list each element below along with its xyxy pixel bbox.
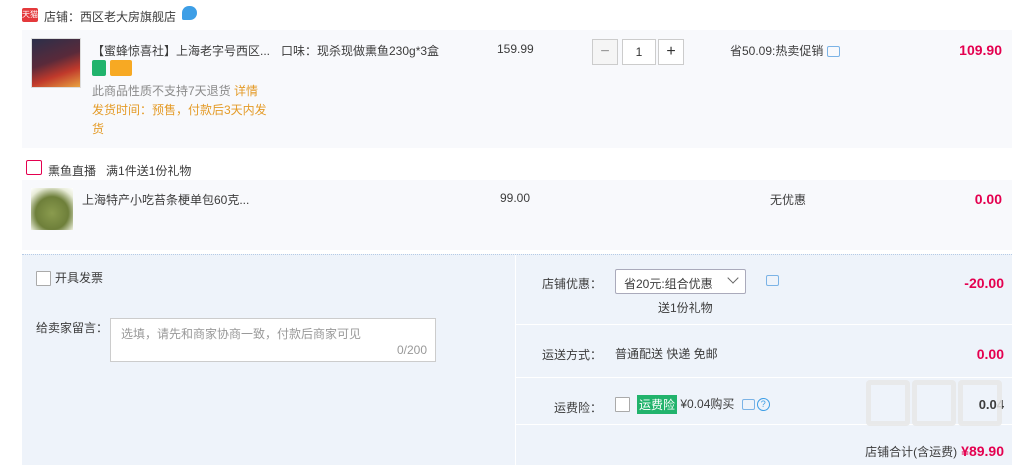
shipping-method: 普通配送 快递 免邮	[615, 347, 718, 361]
shipping-row: 运送方式： 普通配送 快递 免邮 0.00	[516, 326, 1012, 378]
gift-icon	[26, 160, 42, 175]
gift-subtotal: 0.00	[974, 191, 1002, 207]
gift-unit-price: 99.00	[500, 191, 531, 205]
insurance-tag: 运费险	[637, 395, 678, 415]
tmall-badge-icon: 天猫	[22, 8, 38, 22]
shipping-insurance-label: 运费险：	[553, 401, 602, 415]
shipping-cost: 0.00	[976, 346, 1004, 362]
seller-message-label: 给卖家留言：	[36, 321, 109, 335]
shipping-label: 运送方式：	[541, 348, 602, 362]
details-link[interactable]: 详情	[234, 84, 258, 98]
invoice-option[interactable]: 开具发票	[36, 269, 104, 287]
unit-price: 159.99	[497, 42, 534, 56]
shipping-insurance-option[interactable]: 运费险 ¥0.04购买 ?	[615, 395, 770, 415]
product-title-link[interactable]: 【蜜蜂惊喜社】上海老字号西区...	[92, 42, 272, 59]
gift-header: 熏鱼直播 满1件送1份礼物	[22, 158, 1012, 180]
gift-item-row: 上海特产小吃苔条梗单包60克... 99.00 无优惠 0.00	[22, 180, 1012, 250]
shop-label: 店铺：西区老大房旗舰店	[44, 8, 176, 25]
quantity-stepper: − +	[592, 39, 688, 65]
invoice-label: 开具发票	[55, 271, 104, 285]
no-return-note: 此商品性质不支持7天退货	[92, 84, 231, 98]
shop-discount-selected: 省20元:组合优惠	[624, 277, 713, 291]
shop-total-label: 店铺合计(含运费)	[865, 445, 958, 459]
seller-message-placeholder: 选填，请先和商家协商一致，付款后商家可见	[121, 327, 362, 341]
seller-message-input[interactable]: 选填，请先和商家协商一致，付款后商家可见 0/200	[110, 318, 436, 362]
shop-header: 天猫 店铺：西区老大房旗舰店	[0, 0, 1018, 30]
promo-info: 省50.09:热卖促销	[730, 42, 841, 59]
message-icon[interactable]	[741, 399, 755, 411]
product-notice: 此商品性质不支持7天退货 详情 发货时间：预售，付款后3天内发货	[92, 82, 277, 139]
watermark-glyph	[912, 380, 956, 426]
watermark-glyph	[958, 380, 1002, 426]
order-options-panel: 开具发票 给卖家留言： 选填，请先和商家协商一致，付款后商家可见 0/200 店…	[22, 254, 1012, 465]
message-icon[interactable]	[766, 275, 779, 286]
message-char-count: 0/200	[396, 343, 427, 357]
gift-promo: 无优惠	[770, 193, 807, 207]
shop-discount-row: 店铺优惠： 省20元:组合优惠 送1份礼物 -20.00	[516, 255, 1012, 325]
shop-discount-select[interactable]: 省20元:组合优惠	[615, 269, 746, 294]
chevron-down-icon	[727, 272, 739, 284]
shop-name-link[interactable]: 西区老大房旗舰店	[80, 10, 176, 24]
discount-gift-note: 送1份礼物	[658, 301, 713, 315]
chat-icon[interactable]	[182, 6, 197, 20]
shop-discount-value: -20.00	[964, 275, 1004, 291]
product-thumbnail[interactable]	[31, 38, 81, 88]
shop-total-amount: ¥89.90	[961, 443, 1004, 459]
invoice-checkbox[interactable]	[36, 271, 51, 287]
shipping-insurance-checkbox[interactable]	[615, 397, 630, 413]
promo-text: 省50.09:热卖促销	[730, 44, 824, 58]
shop-discount-label: 店铺优惠：	[541, 277, 602, 291]
watermark-logo	[866, 380, 1012, 440]
quantity-input[interactable]	[622, 39, 656, 65]
shop-total: 店铺合计(含运费) ¥89.90	[865, 443, 1004, 460]
cart-item-row: 【蜜蜂惊喜社】上海老字号西区... 口味：现杀现做熏鱼230g*3盒 此商品性质…	[22, 30, 1012, 148]
item-subtotal: 109.90	[959, 42, 1002, 58]
ship-time-note: 发货时间：预售，付款后3天内发货	[92, 103, 267, 136]
insurance-price-text: ¥0.04购买	[680, 397, 735, 411]
gift-label: 熏鱼直播	[48, 164, 97, 178]
gift-text: 熏鱼直播 满1件送1份礼物	[48, 162, 191, 179]
help-icon[interactable]: ?	[756, 398, 770, 412]
message-icon[interactable]	[827, 46, 841, 58]
watermark-glyph	[866, 380, 910, 426]
product-sku: 口味：现杀现做熏鱼230g*3盒	[281, 44, 440, 58]
product-badges	[92, 60, 132, 76]
card-payment-badge-icon	[110, 60, 132, 76]
increase-quantity-button[interactable]: +	[658, 39, 684, 65]
gift-title-link[interactable]: 上海特产小吃苔条梗单包60克...	[82, 191, 249, 208]
guarantee-badge-icon	[92, 60, 106, 76]
shop-label-text: 店铺：	[44, 10, 81, 24]
gift-thumbnail[interactable]	[31, 188, 73, 230]
gift-rule: 满1件送1份礼物	[106, 164, 192, 178]
decrease-quantity-button[interactable]: −	[592, 39, 618, 65]
